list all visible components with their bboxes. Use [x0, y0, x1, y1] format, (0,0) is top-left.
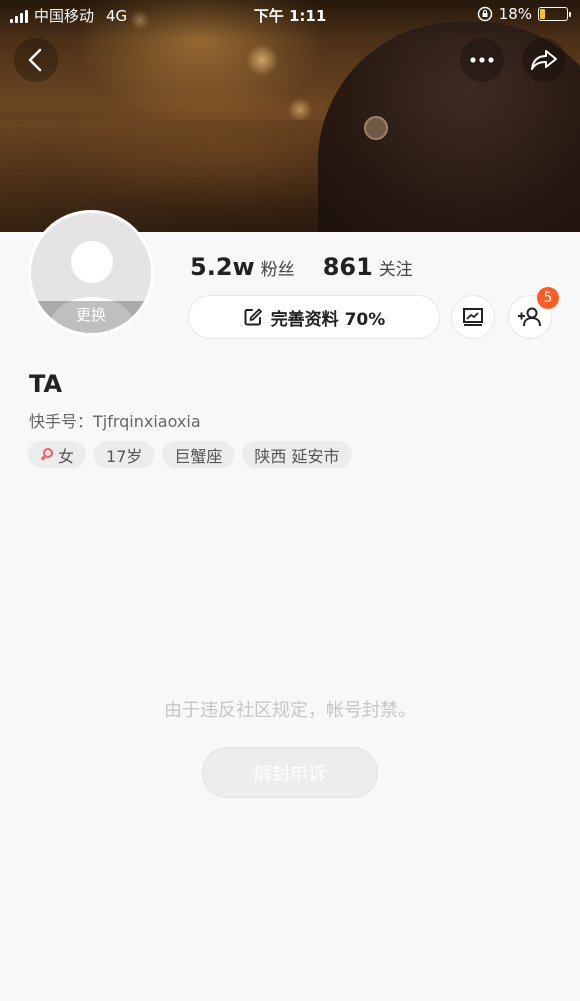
battery-percent: 18% — [498, 5, 532, 23]
more-dots-icon — [470, 57, 494, 63]
rotation-lock-icon — [477, 6, 492, 22]
tag-location-label: 陕西 延安市 — [254, 446, 340, 466]
complete-profile-button[interactable]: 完善资料 70% — [188, 295, 440, 339]
more-button[interactable] — [460, 38, 504, 82]
profile-stats: 5.2w 粉丝 861 关注 — [190, 253, 413, 281]
data-stats-button[interactable] — [451, 295, 495, 339]
share-button[interactable] — [522, 38, 566, 82]
followers-count[interactable]: 5.2w — [190, 253, 255, 281]
status-bar-right: 18% — [477, 5, 571, 23]
tag-age: 17岁 — [94, 441, 155, 468]
followers-label[interactable]: 粉丝 — [261, 255, 295, 280]
chevron-left-icon — [28, 48, 42, 72]
change-avatar-label[interactable]: 更换 — [31, 301, 151, 333]
add-user-icon — [518, 307, 541, 327]
profile-name: TA — [29, 370, 63, 398]
tag-constellation-label: 巨蟹座 — [174, 446, 223, 466]
profile-tags: 女 17岁 巨蟹座 陕西 延安市 — [28, 441, 352, 468]
cover-scooter-emblem — [364, 116, 388, 140]
chart-board-icon — [463, 308, 483, 326]
battery-icon — [538, 7, 571, 21]
avatar[interactable]: 更换 — [28, 210, 154, 336]
following-count[interactable]: 861 — [323, 253, 373, 281]
avatar-placeholder-head — [71, 241, 113, 283]
add-friend-badge: 5 — [537, 287, 559, 309]
ban-notice: 由于违反社区规定，帐号封禁。 — [164, 700, 416, 721]
tag-constellation: 巨蟹座 — [162, 441, 235, 468]
status-bar: 中国移动 4G 下午 1:11 18% — [0, 0, 580, 30]
cover-road — [0, 120, 340, 232]
complete-profile-label: 完善资料 70% — [270, 309, 386, 330]
appeal-button[interactable]: 解封申诉 — [202, 747, 378, 798]
tag-age-label: 17岁 — [106, 446, 143, 466]
edit-icon — [244, 308, 262, 326]
female-icon — [40, 447, 53, 460]
cover-photo[interactable] — [0, 0, 580, 232]
user-id[interactable]: 快手号：Tjfrqinxiaoxia — [29, 408, 201, 432]
following-label[interactable]: 关注 — [379, 255, 413, 280]
tag-location: 陕西 延安市 — [242, 441, 352, 468]
share-arrow-icon — [531, 50, 557, 70]
tag-gender-label: 女 — [58, 446, 75, 466]
back-button[interactable] — [14, 38, 58, 82]
tag-gender: 女 — [28, 441, 87, 468]
